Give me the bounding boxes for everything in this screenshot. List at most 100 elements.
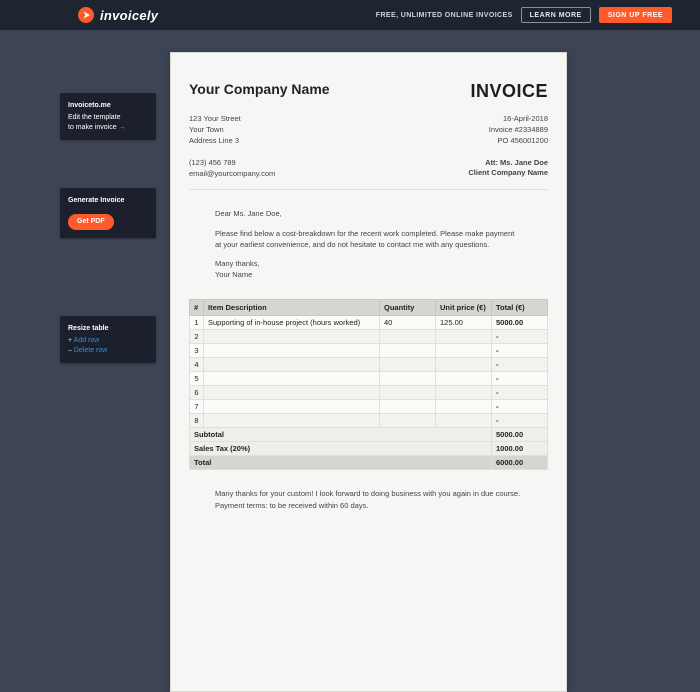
from-address[interactable]: 123 Your Street Your Town Address Line 3: [189, 114, 241, 147]
table-row[interactable]: 5-: [190, 371, 548, 385]
tagline: FREE, UNLIMITED ONLINE INVOICES: [376, 12, 513, 19]
attention[interactable]: Att: Ms. Jane Doe: [468, 158, 548, 169]
total-row: Total 6000.00: [190, 455, 548, 469]
cell-desc[interactable]: [204, 385, 380, 399]
cell-total[interactable]: -: [492, 385, 548, 399]
intro-title: Invoiceto.me: [68, 101, 148, 111]
closing-line-2[interactable]: Payment terms: to be received within 60 …: [215, 500, 522, 513]
subtotal-value[interactable]: 5000.00: [492, 427, 548, 441]
intro-paragraph[interactable]: Please find below a cost-breakdown for t…: [215, 228, 522, 251]
cell-num[interactable]: 2: [190, 329, 204, 343]
invoice-meta[interactable]: 16-April-2018 Invoice #2334889 PO 456001…: [489, 114, 548, 147]
cell-price[interactable]: [436, 343, 492, 357]
minus-icon: –: [68, 347, 72, 354]
cell-desc[interactable]: [204, 357, 380, 371]
cell-desc[interactable]: Supporting of in-house project (hours wo…: [204, 315, 380, 329]
tax-row: Sales Tax (20%) 1000.00: [190, 441, 548, 455]
cell-qty[interactable]: [380, 371, 436, 385]
address-line-3[interactable]: Address Line 3: [189, 136, 241, 147]
cell-price[interactable]: [436, 413, 492, 427]
cell-price[interactable]: [436, 385, 492, 399]
invoice-number[interactable]: Invoice #2334889: [489, 125, 548, 136]
delete-row-link[interactable]: Delete row: [74, 347, 107, 354]
cell-total[interactable]: -: [492, 413, 548, 427]
signup-button[interactable]: SIGN UP FREE: [599, 7, 672, 23]
po-number[interactable]: PO 456001200: [489, 136, 548, 147]
cell-qty[interactable]: [380, 329, 436, 343]
email[interactable]: email@yourcompany.com: [189, 169, 275, 180]
cell-desc[interactable]: [204, 329, 380, 343]
cell-price[interactable]: [436, 329, 492, 343]
cell-num[interactable]: 5: [190, 371, 204, 385]
cell-total[interactable]: -: [492, 343, 548, 357]
client-company[interactable]: Client Company Name: [468, 168, 548, 179]
phone[interactable]: (123) 456 789: [189, 158, 275, 169]
resize-title: Resize table: [68, 324, 148, 334]
cell-total[interactable]: 5000.00: [492, 315, 548, 329]
col-qty: Quantity: [380, 299, 436, 315]
cell-num[interactable]: 3: [190, 343, 204, 357]
brand-logo-icon: [78, 7, 94, 23]
salutation[interactable]: Dear Ms. Jane Doe,: [215, 208, 522, 219]
cell-desc[interactable]: [204, 413, 380, 427]
col-desc: Item Description: [204, 299, 380, 315]
invoice-date[interactable]: 16-April-2018: [489, 114, 548, 125]
thanks-line-1[interactable]: Many thanks,: [215, 259, 260, 268]
cell-total[interactable]: -: [492, 329, 548, 343]
cell-desc[interactable]: [204, 343, 380, 357]
cell-total[interactable]: -: [492, 371, 548, 385]
get-pdf-button[interactable]: Get PDF: [68, 214, 114, 230]
cell-price[interactable]: [436, 399, 492, 413]
intro-text-2: to make invoice: [68, 124, 117, 131]
cell-qty[interactable]: [380, 357, 436, 371]
learn-more-button[interactable]: LEARN MORE: [521, 7, 591, 23]
cell-num[interactable]: 4: [190, 357, 204, 371]
line-items-table[interactable]: # Item Description Quantity Unit price (…: [189, 299, 548, 470]
cell-qty[interactable]: [380, 343, 436, 357]
table-header-row: # Item Description Quantity Unit price (…: [190, 299, 548, 315]
table-row[interactable]: 3-: [190, 343, 548, 357]
table-row[interactable]: 8-: [190, 413, 548, 427]
address-line-1[interactable]: 123 Your Street: [189, 114, 241, 125]
cell-total[interactable]: -: [492, 399, 548, 413]
cell-price[interactable]: [436, 357, 492, 371]
arrow-right-icon: →: [119, 124, 126, 131]
table-row[interactable]: 2-: [190, 329, 548, 343]
cell-num[interactable]: 7: [190, 399, 204, 413]
cell-num[interactable]: 8: [190, 413, 204, 427]
table-row[interactable]: 6-: [190, 385, 548, 399]
cell-qty[interactable]: [380, 399, 436, 413]
cell-qty[interactable]: [380, 385, 436, 399]
total-label: Total: [190, 455, 492, 469]
cell-desc[interactable]: [204, 371, 380, 385]
plus-icon: +: [68, 337, 72, 344]
col-num: #: [190, 299, 204, 315]
tax-label[interactable]: Sales Tax (20%): [190, 441, 492, 455]
thanks-line-2[interactable]: Your Name: [215, 270, 252, 279]
cell-qty[interactable]: [380, 413, 436, 427]
cell-num[interactable]: 6: [190, 385, 204, 399]
contact-info[interactable]: (123) 456 789 email@yourcompany.com: [189, 158, 275, 180]
footer-text[interactable]: Many thanks for your custom! I look forw…: [189, 470, 548, 514]
client-block[interactable]: Att: Ms. Jane Doe Client Company Name: [468, 158, 548, 180]
company-name[interactable]: Your Company Name: [189, 81, 330, 97]
body-text[interactable]: Dear Ms. Jane Doe, Please find below a c…: [189, 190, 548, 280]
brand[interactable]: invoicely: [78, 7, 158, 23]
cell-total[interactable]: -: [492, 357, 548, 371]
cell-desc[interactable]: [204, 399, 380, 413]
closing-line-1[interactable]: Many thanks for your custom! I look forw…: [215, 488, 522, 501]
invoice-page[interactable]: Your Company Name INVOICE 123 Your Stree…: [170, 52, 567, 692]
address-line-2[interactable]: Your Town: [189, 125, 241, 136]
col-price: Unit price (€): [436, 299, 492, 315]
add-row-link[interactable]: Add row: [74, 337, 100, 344]
sidebar: Invoiceto.me Edit the template to make i…: [60, 93, 156, 363]
cell-qty[interactable]: 40: [380, 315, 436, 329]
tax-value[interactable]: 1000.00: [492, 441, 548, 455]
cell-price[interactable]: [436, 371, 492, 385]
cell-num[interactable]: 1: [190, 315, 204, 329]
panel-resize: Resize table + Add row – Delete row: [60, 316, 156, 363]
cell-price[interactable]: 125.00: [436, 315, 492, 329]
table-row[interactable]: 7-: [190, 399, 548, 413]
table-row[interactable]: 1Supporting of in-house project (hours w…: [190, 315, 548, 329]
table-row[interactable]: 4-: [190, 357, 548, 371]
